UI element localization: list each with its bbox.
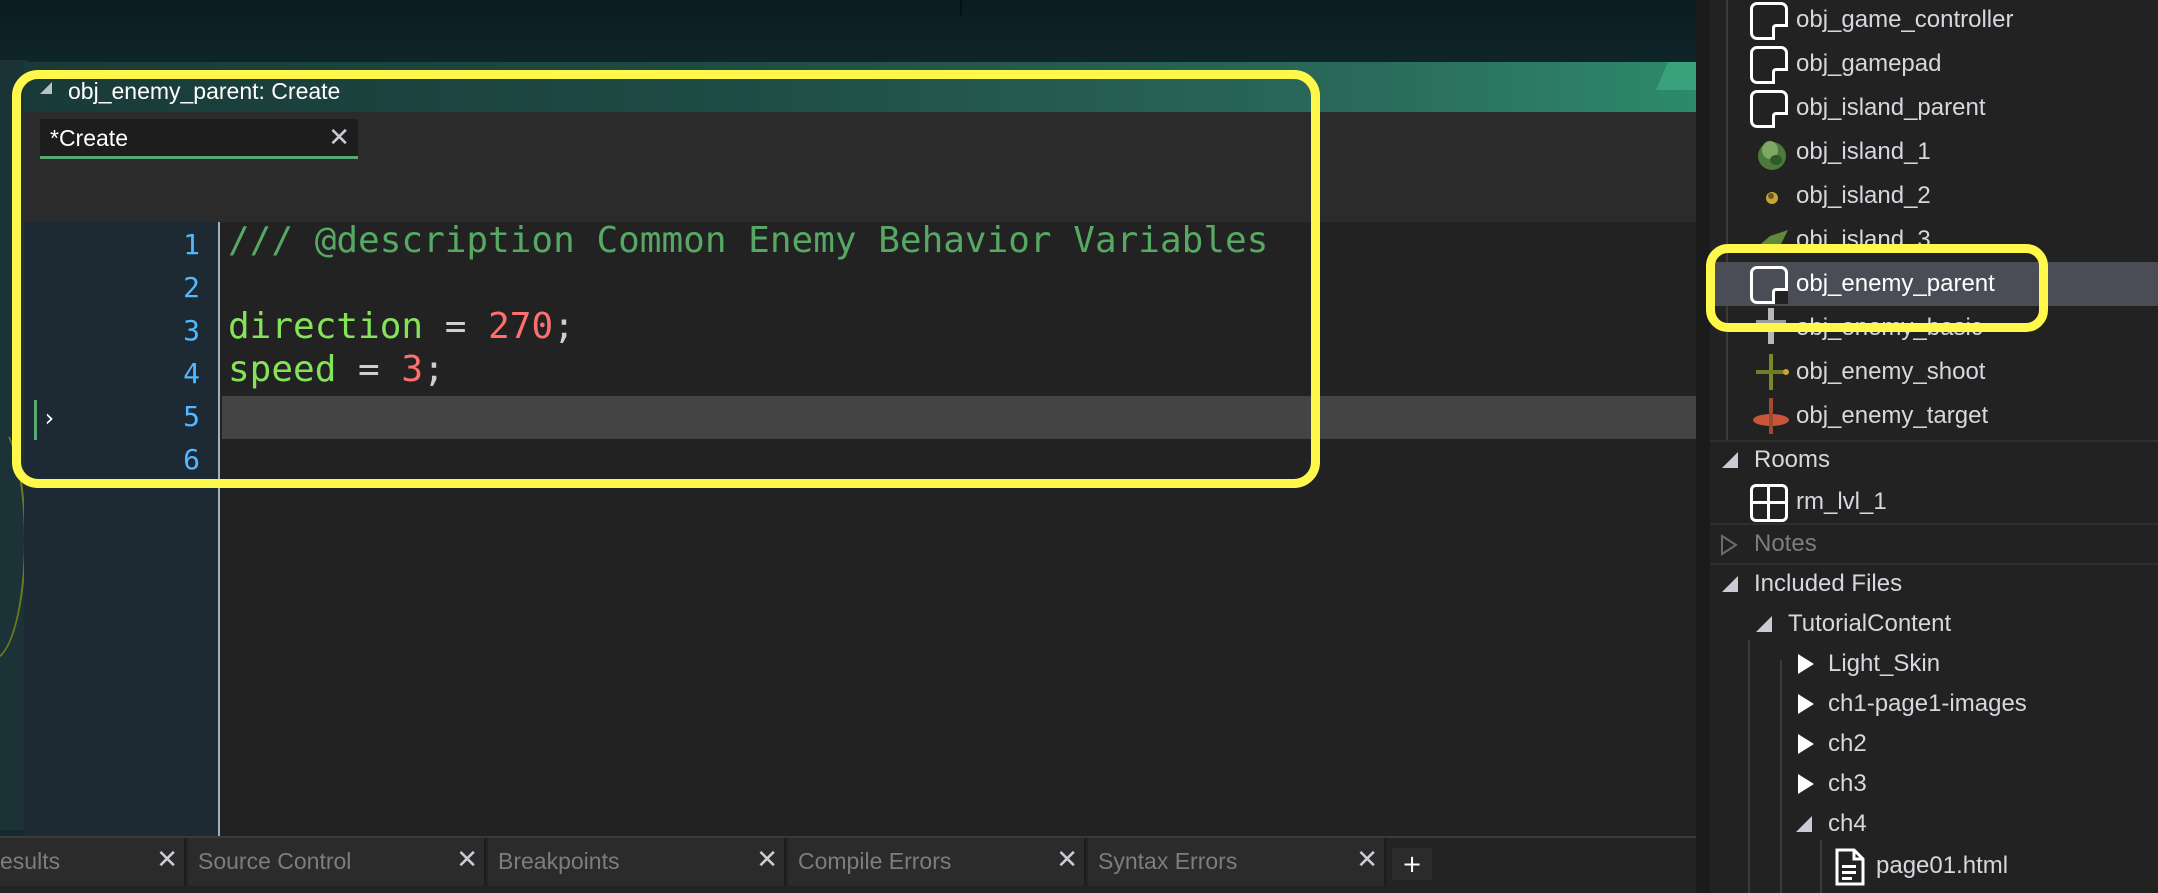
- tree-item-obj-gamepad[interactable]: obj_gamepad: [1710, 42, 2158, 86]
- html-file-icon: [1835, 848, 1865, 886]
- tree-item-label: obj_gamepad: [1796, 50, 1942, 77]
- tree-item-label: obj_island_parent: [1796, 94, 1986, 121]
- tab-label: Compile Errors: [798, 848, 952, 874]
- resource-tree-panel: obj_game_controller obj_gamepad obj_isla…: [1710, 0, 2158, 893]
- tree-group-notes[interactable]: Notes: [1710, 522, 2158, 566]
- output-tab-bar: esults ✕ Source Control ✕ Breakpoints ✕ …: [0, 836, 1696, 893]
- close-icon[interactable]: ✕: [1056, 847, 1078, 873]
- tree-item-obj-enemy-target[interactable]: obj_enemy_target: [1710, 394, 2158, 438]
- object-icon: [1750, 2, 1788, 40]
- tree-item-label: obj_enemy_target: [1796, 402, 1989, 429]
- titlebar-accent: [1656, 62, 1696, 90]
- tree-folder-label: ch4: [1828, 810, 1867, 837]
- island-sprite-icon: [1766, 192, 1778, 204]
- tree-folder-ch2[interactable]: ch2: [1710, 722, 2158, 766]
- room-icon: [1750, 484, 1788, 522]
- tree-folder-label: TutorialContent: [1788, 610, 1952, 637]
- highlight-box-code-editor: [12, 70, 1320, 488]
- tree-group-label: Notes: [1754, 530, 1817, 557]
- tree-folder-label: ch1-page1-images: [1828, 690, 2027, 717]
- tree-item-label: obj_game_controller: [1796, 6, 2014, 33]
- tree-item-rm-lvl-1[interactable]: rm_lvl_1: [1710, 480, 2158, 524]
- tree-folder-ch4[interactable]: ch4: [1710, 802, 2158, 846]
- chevron-right-icon: [1721, 534, 1738, 556]
- tree-item-obj-island-1[interactable]: obj_island_1: [1710, 130, 2158, 174]
- tree-item-obj-island-2[interactable]: obj_island_2: [1710, 174, 2158, 218]
- tree-folder-tutorialcontent[interactable]: TutorialContent: [1710, 602, 2158, 646]
- tab-search-results[interactable]: esults ✕: [0, 838, 186, 886]
- close-icon[interactable]: ✕: [756, 847, 778, 873]
- highlight-box-selected-object: [1706, 244, 2048, 332]
- add-tab-button[interactable]: +: [1392, 848, 1432, 880]
- enemy-sprite-icon: [1756, 354, 1789, 390]
- tree-folder-ch3[interactable]: ch3: [1710, 762, 2158, 806]
- tab-label: Source Control: [198, 848, 352, 874]
- expand-icon[interactable]: [1798, 694, 1814, 714]
- room-divider-line: [960, 0, 962, 16]
- tab-label: Syntax Errors: [1098, 848, 1238, 874]
- tree-item-label: obj_enemy_shoot: [1796, 358, 1986, 385]
- tree-folder-ch1-page1-images[interactable]: ch1-page1-images: [1710, 682, 2158, 726]
- tree-item-obj-island-parent[interactable]: obj_island_parent: [1710, 86, 2158, 130]
- tree-folder-light-skin[interactable]: Light_Skin: [1710, 642, 2158, 686]
- tree-file-label: page01.html: [1876, 852, 2009, 879]
- collapse-icon[interactable]: [1722, 452, 1738, 468]
- tree-folder-label: ch2: [1828, 730, 1867, 757]
- tab-breakpoints[interactable]: Breakpoints ✕: [488, 838, 786, 886]
- close-icon[interactable]: ✕: [156, 847, 178, 873]
- tab-compile-errors[interactable]: Compile Errors ✕: [788, 838, 1086, 886]
- expand-icon[interactable]: [1798, 774, 1814, 794]
- object-icon: [1750, 46, 1788, 84]
- enemy-sprite-icon: [1753, 398, 1789, 434]
- collapse-icon[interactable]: [1722, 576, 1738, 592]
- collapse-icon[interactable]: [1796, 816, 1812, 832]
- object-icon: [1750, 90, 1788, 128]
- tree-item-obj-enemy-shoot[interactable]: obj_enemy_shoot: [1710, 350, 2158, 394]
- tree-group-label: Included Files: [1754, 570, 1903, 597]
- collapse-icon[interactable]: [1756, 616, 1772, 632]
- expand-icon[interactable]: [1798, 654, 1814, 674]
- tree-item-label: obj_island_2: [1796, 182, 1931, 209]
- close-icon[interactable]: ✕: [456, 847, 478, 873]
- tree-item-label: rm_lvl_1: [1796, 488, 1887, 515]
- tree-folder-label: ch3: [1828, 770, 1867, 797]
- close-icon[interactable]: ✕: [1356, 847, 1378, 873]
- tree-group-included-files[interactable]: Included Files: [1710, 562, 2158, 606]
- tab-label: Breakpoints: [498, 848, 620, 874]
- tree-item-label: obj_island_1: [1796, 138, 1931, 165]
- tree-item-obj-game-controller[interactable]: obj_game_controller: [1710, 0, 2158, 42]
- expand-icon[interactable]: [1798, 734, 1814, 754]
- tab-source-control[interactable]: Source Control ✕: [188, 838, 486, 886]
- tree-file-page01[interactable]: page01.html: [1710, 844, 2158, 888]
- tab-label: esults: [0, 848, 61, 874]
- tree-folder-label: Light_Skin: [1828, 650, 1941, 677]
- panel-splitter[interactable]: [1696, 0, 1710, 893]
- tab-syntax-errors[interactable]: Syntax Errors ✕: [1088, 838, 1386, 886]
- tree-group-label: Rooms: [1754, 446, 1831, 473]
- island-sprite-icon: [1758, 141, 1786, 170]
- tree-group-rooms[interactable]: Rooms: [1710, 438, 2158, 482]
